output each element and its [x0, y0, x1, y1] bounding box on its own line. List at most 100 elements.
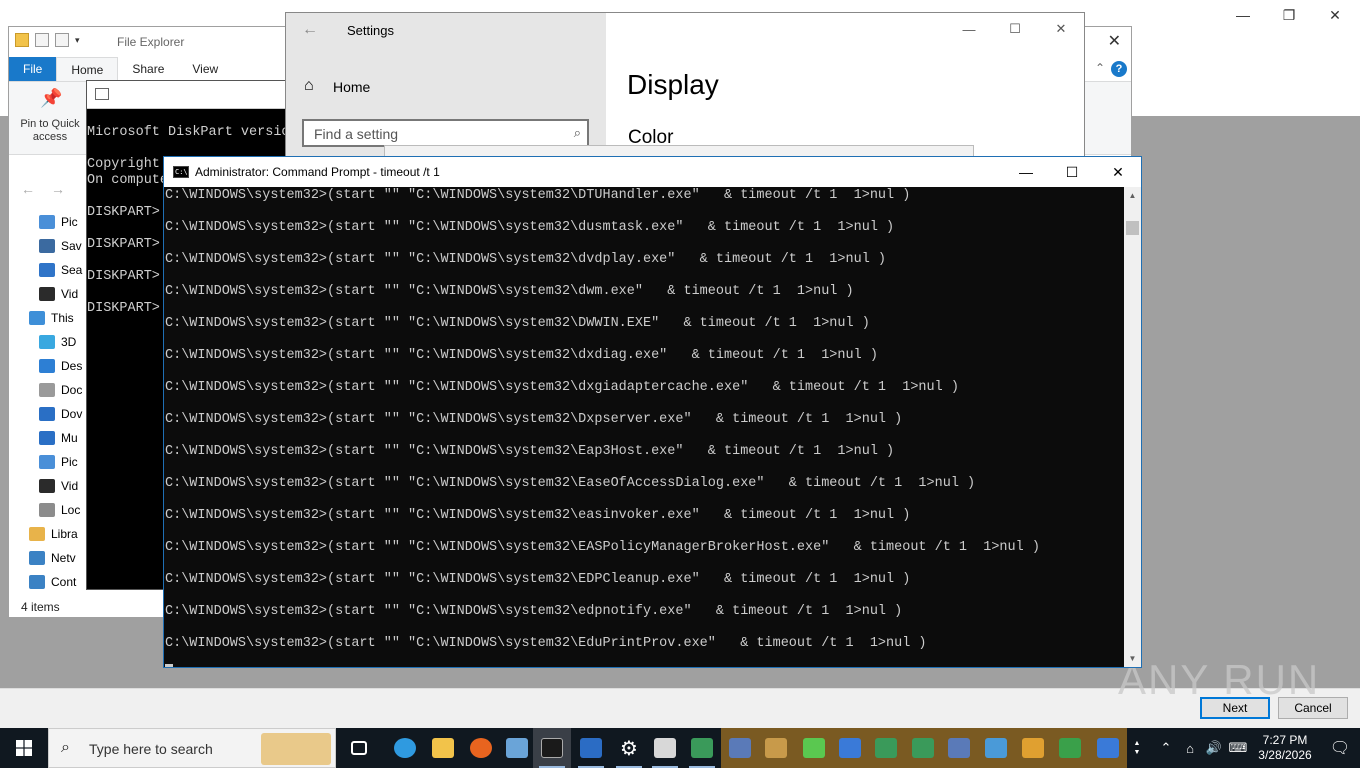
taskbar-app-printer[interactable]: [940, 728, 978, 768]
cmd-icon: C:\: [173, 166, 189, 178]
show-hidden-icons-icon[interactable]: ⌃: [1154, 740, 1178, 756]
pin-icon: 📌: [40, 88, 63, 108]
minimize-icon[interactable]: —: [946, 13, 992, 45]
scroll-up-icon[interactable]: ▲: [1124, 187, 1141, 204]
vertical-scrollbar[interactable]: ▲ ▼: [1124, 187, 1141, 667]
console-line: DISKPART>: [87, 237, 160, 252]
taskbar-app-key[interactable]: [1014, 728, 1052, 768]
restore-icon[interactable]: ❐: [1266, 0, 1312, 30]
gear-icon: ⚙: [620, 737, 638, 760]
search-icon: ⌕: [573, 125, 581, 140]
taskbar-app-pic[interactable]: [1089, 728, 1127, 768]
console-line: C:\WINDOWS\system32>(start "" "C:\WINDOW…: [165, 508, 911, 523]
forward-arrow-icon[interactable]: →: [51, 181, 65, 197]
console-line: C:\WINDOWS\system32>(start "" "C:\WINDOW…: [165, 252, 887, 267]
character-map-icon: [654, 738, 676, 758]
remote-desktop-icon: [506, 738, 528, 758]
colors-app-icon: [803, 738, 825, 758]
search-highlight-image: [261, 733, 331, 765]
picture-app-icon: [1097, 738, 1119, 758]
command-prompt-window: C:\ Administrator: Command Prompt - time…: [163, 156, 1142, 668]
properties-icon[interactable]: [35, 33, 49, 47]
scroll-down-icon[interactable]: ▼: [1124, 650, 1141, 667]
tab-share[interactable]: Share: [118, 57, 178, 81]
console-line: C:\WINDOWS\system32>(start "" "C:\WINDOW…: [165, 220, 895, 235]
back-arrow-icon[interactable]: ←: [21, 181, 35, 197]
taskbar-app-archive[interactable]: [757, 728, 795, 768]
tab-view[interactable]: View: [178, 57, 232, 81]
taskbar-app-settings[interactable]: ⚙: [610, 728, 648, 768]
this-pc-icon: [29, 311, 45, 325]
new-folder-icon[interactable]: [55, 33, 69, 47]
window-title: Administrator: Command Prompt - timeout …: [195, 165, 440, 179]
taskbar-app-monitor[interactable]: [831, 728, 869, 768]
taskbar-app-cmd[interactable]: [533, 728, 571, 768]
pin-to-quick-access-button[interactable]: 📌 Pin to Quick access: [15, 88, 85, 144]
close-icon[interactable]: ✕: [1038, 13, 1084, 45]
date: 3/28/2026: [1258, 748, 1312, 762]
taskbar-app-doc2[interactable]: [904, 728, 942, 768]
local-disk-icon: [39, 503, 55, 517]
collapse-ribbon-icon[interactable]: ⌃: [1095, 61, 1105, 75]
clock[interactable]: 7:27 PM 3/28/2026: [1250, 733, 1320, 763]
home-icon[interactable]: ⌂: [304, 77, 314, 95]
tab-file[interactable]: File: [9, 57, 57, 81]
taskbar-app-charmap[interactable]: [646, 728, 684, 768]
taskbar-overflow-icon[interactable]: ▲ ▼: [1130, 728, 1144, 768]
taskbar-app-doc[interactable]: [867, 728, 905, 768]
maximize-icon[interactable]: ☐: [1049, 157, 1095, 187]
console-line: C:\WINDOWS\system32>(start "" "C:\WINDOW…: [165, 476, 976, 491]
help-icon[interactable]: ?: [1111, 61, 1127, 77]
pictures-icon: [39, 455, 55, 469]
back-arrow-icon[interactable]: ←: [302, 21, 318, 39]
music-icon: [39, 431, 55, 445]
taskbar-app-remote-desktop[interactable]: [498, 728, 536, 768]
customize-toolbar-icon[interactable]: ▾: [75, 35, 80, 46]
taskbar-app-control[interactable]: [977, 728, 1015, 768]
taskbar-app-edge[interactable]: [386, 728, 424, 768]
close-icon[interactable]: ✕: [1108, 31, 1121, 51]
text-cursor: [165, 664, 173, 667]
taskbar: ⌕ Type here to search ⚙ ▲ ▼ ⌃ ⌂ 🔊 ⌨ 7:27 …: [0, 728, 1360, 768]
font-icon: [1059, 738, 1081, 758]
network-icon[interactable]: ⌂: [1178, 741, 1202, 756]
settings-home-link[interactable]: Home: [333, 79, 370, 95]
scrollbar-thumb[interactable]: [1126, 221, 1139, 235]
settings-title: Settings: [347, 23, 394, 38]
saved-games-icon: [39, 239, 55, 253]
console-icon: [95, 88, 109, 100]
notification-icon[interactable]: 🗨: [1320, 738, 1360, 758]
taskbar-app-colors[interactable]: [795, 728, 833, 768]
task-view-button[interactable]: [340, 728, 378, 768]
console-output[interactable]: C:\WINDOWS\system32>(start "" "C:\WINDOW…: [164, 187, 1124, 667]
taskbar-app-font[interactable]: [1051, 728, 1089, 768]
window-controls: — ☐ ✕: [1003, 157, 1141, 187]
taskbar-app-network[interactable]: [721, 728, 759, 768]
taskbar-app-window[interactable]: [683, 728, 721, 768]
background-window-controls: — ❐ ✕: [1220, 0, 1360, 30]
page-title: Display: [627, 69, 719, 100]
taskbar-app-firefox[interactable]: [462, 728, 500, 768]
close-icon[interactable]: ✕: [1095, 157, 1141, 187]
maximize-icon[interactable]: ☐: [992, 13, 1038, 45]
folder-icon: [15, 33, 29, 47]
minimize-icon[interactable]: —: [1220, 0, 1266, 30]
network-app-icon: [729, 738, 751, 758]
find-setting-input[interactable]: Find a setting ⌕: [302, 119, 589, 147]
start-button[interactable]: [0, 728, 48, 768]
pictures-icon: [39, 215, 55, 229]
minimize-icon[interactable]: —: [1003, 157, 1049, 187]
control-panel-icon: [985, 738, 1007, 758]
time: 7:27 PM: [1262, 733, 1308, 747]
tab-home[interactable]: Home: [56, 57, 119, 81]
taskbar-app-wordpad[interactable]: [572, 728, 610, 768]
taskbar-search-box[interactable]: ⌕ Type here to search: [48, 728, 336, 768]
keyboard-icon[interactable]: ⌨: [1226, 740, 1250, 756]
wordpad-icon: [580, 738, 602, 758]
close-icon[interactable]: ✕: [1312, 0, 1358, 30]
document-icon: [875, 738, 897, 758]
console-line: C:\WINDOWS\system32>(start "" "C:\WINDOW…: [165, 188, 911, 203]
folder-icon: [432, 738, 454, 758]
volume-icon[interactable]: 🔊: [1202, 740, 1226, 756]
taskbar-app-file-explorer[interactable]: [424, 728, 462, 768]
